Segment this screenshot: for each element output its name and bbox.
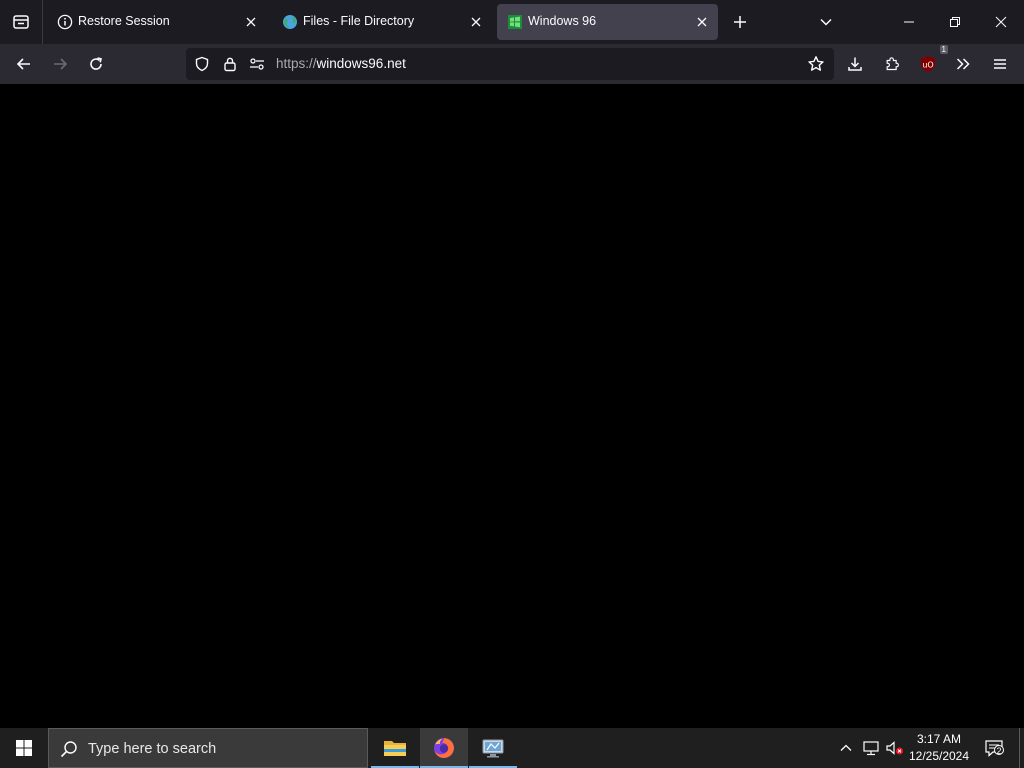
ublock-origin-icon: uO	[921, 56, 935, 72]
tab-title: Files - File Directory	[303, 14, 415, 28]
taskbar-app-firefox[interactable]	[420, 728, 468, 768]
url-text: https://windows96.net	[276, 56, 406, 71]
more-tools-button[interactable]	[947, 48, 979, 80]
reload-button[interactable]	[80, 48, 112, 80]
tab-windows-96[interactable]: Windows 96	[497, 4, 718, 40]
tab-title: Restore Session	[78, 14, 170, 28]
taskbar-app-file-explorer[interactable]	[371, 728, 419, 768]
tracking-protection-shield-icon[interactable]	[193, 55, 211, 73]
extensions-button[interactable]	[876, 48, 908, 80]
bookmark-star-icon[interactable]	[807, 55, 825, 73]
arrow-left-icon	[16, 58, 30, 70]
action-center-button[interactable]: 2	[982, 738, 1006, 758]
tab-strip-divider	[42, 0, 43, 44]
minimize-icon	[904, 21, 914, 23]
firefox-icon	[434, 738, 454, 758]
taskbar-clock[interactable]: 3:17 AM 12/25/2024	[904, 731, 974, 767]
chevron-down-icon	[820, 18, 832, 26]
reload-icon	[90, 57, 102, 70]
notification-count-badge: 2	[994, 745, 1004, 756]
plus-icon	[734, 16, 746, 28]
restore-icon	[950, 17, 960, 27]
tab-close-button[interactable]	[692, 12, 712, 32]
taskbar-app-remote-desktop[interactable]	[469, 728, 517, 768]
close-icon	[697, 17, 707, 27]
puzzle-piece-icon	[886, 57, 899, 71]
folder-icon	[384, 741, 406, 756]
firefox-view-icon	[13, 15, 29, 29]
browser-tab-strip: Restore Session Files - File Directory W…	[0, 0, 1024, 44]
network-status-button[interactable]	[861, 738, 881, 758]
double-chevron-right-icon	[956, 58, 970, 70]
tab-files-file-directory[interactable]: Files - File Directory	[272, 4, 492, 40]
minimize-button[interactable]	[886, 0, 932, 44]
navigation-toolbar: https://windows96.net uO 1	[0, 44, 1024, 84]
clock-time: 3:17 AM	[916, 732, 962, 746]
web-page-content[interactable]	[0, 84, 1024, 728]
forward-button[interactable]	[44, 48, 76, 80]
url-scheme: https://	[276, 56, 317, 71]
new-tab-button[interactable]	[725, 0, 755, 44]
close-window-button[interactable]	[978, 0, 1024, 44]
search-placeholder: Type here to search	[88, 741, 217, 757]
close-icon	[246, 17, 256, 27]
volume-muted-icon	[886, 741, 904, 755]
url-host: windows96.net	[316, 56, 406, 71]
ublock-origin-button[interactable]: uO 1	[912, 45, 948, 80]
clock-date: 12/25/2024	[908, 749, 970, 763]
hamburger-menu-icon	[994, 59, 1006, 69]
search-icon	[60, 741, 77, 758]
downloads-button[interactable]	[839, 48, 871, 80]
download-icon	[848, 57, 862, 71]
chevron-up-icon	[840, 744, 852, 751]
tab-restore-session[interactable]: Restore Session	[47, 4, 267, 40]
windows-logo-icon	[16, 740, 32, 756]
svg-text:uO: uO	[922, 61, 933, 70]
tab-close-button[interactable]	[466, 12, 486, 32]
close-icon	[471, 17, 481, 27]
windows-taskbar: Type here to search 3:17 AM 12/25/2024 2	[0, 728, 1024, 768]
tab-close-button[interactable]	[241, 12, 261, 32]
close-icon	[995, 16, 1007, 28]
address-bar[interactable]: https://windows96.net	[186, 48, 834, 80]
windows96-icon	[508, 15, 522, 29]
app-menu-button[interactable]	[984, 48, 1016, 80]
show-hidden-icons-button[interactable]	[836, 738, 856, 758]
list-all-tabs-button[interactable]	[810, 0, 842, 44]
lock-icon[interactable]	[221, 55, 239, 73]
volume-button[interactable]	[885, 738, 905, 758]
arrow-right-icon	[54, 58, 68, 70]
tab-title: Windows 96	[528, 14, 597, 28]
info-icon	[57, 14, 73, 30]
globe-icon	[283, 15, 297, 29]
start-button[interactable]	[0, 728, 48, 768]
permissions-icon[interactable]	[248, 55, 266, 73]
network-icon	[863, 741, 879, 756]
monitor-app-icon	[482, 739, 504, 758]
back-button[interactable]	[8, 48, 40, 80]
firefox-view-button[interactable]	[0, 0, 42, 44]
restore-button[interactable]	[932, 0, 978, 44]
taskbar-search-box[interactable]: Type here to search	[48, 728, 368, 768]
show-desktop-button[interactable]	[1019, 728, 1024, 768]
